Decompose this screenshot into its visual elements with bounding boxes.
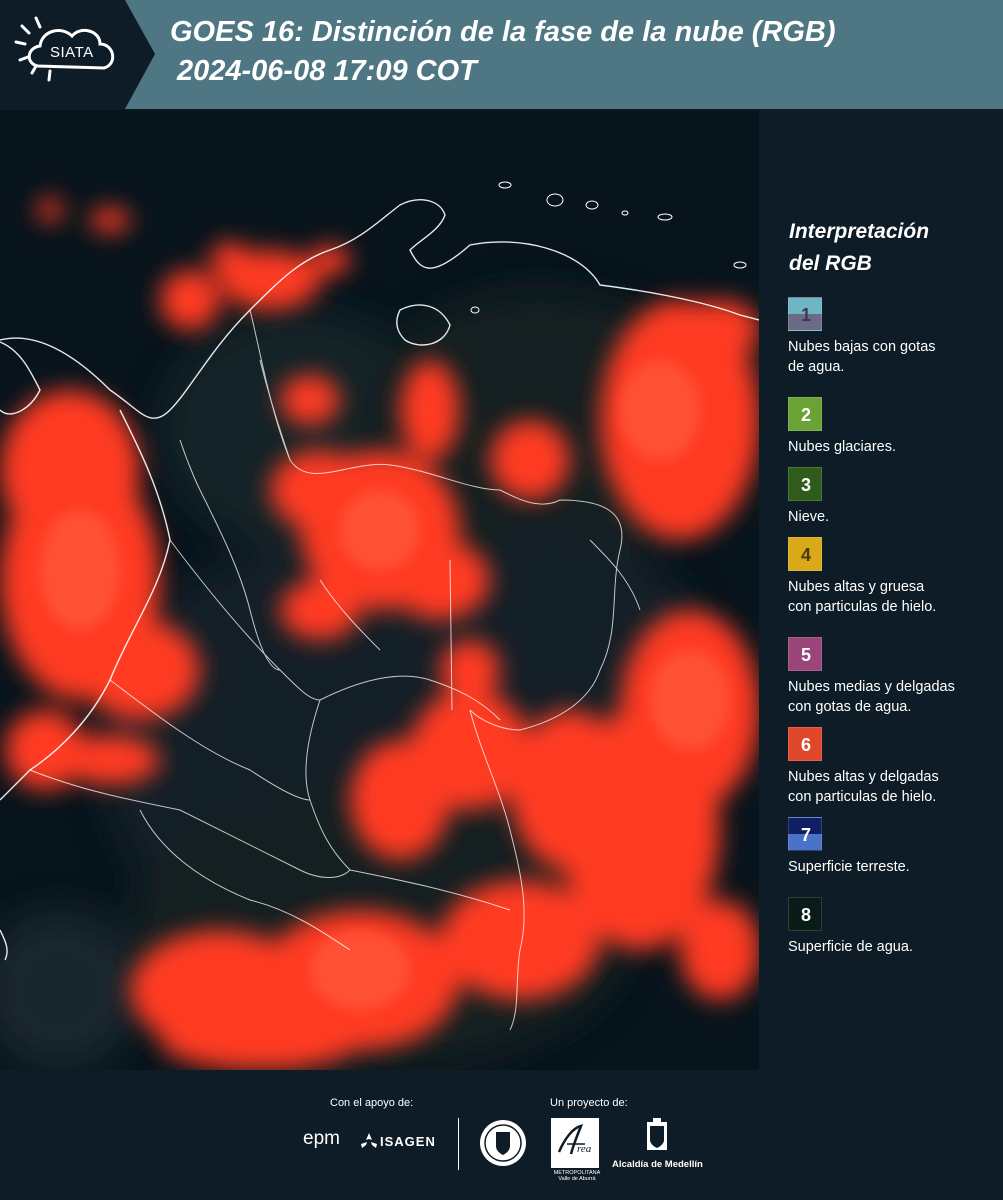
footer-divider [458,1118,459,1170]
support-caption: Con el apoyo de: [330,1097,414,1109]
legend-label-line1: Superficie de agua. [788,939,913,955]
legend-number: 2 [800,405,811,425]
header-bar: SIATA GOES 16: Distinción de la fase de … [0,0,1003,109]
footer-bar: Con el apoyo de: Un proyecto de: epm ISA… [0,1070,1003,1200]
legend-label: Nubes altas y gruesa con particulas de hi… [788,577,1000,617]
legend-label-line1: Superficie terreste. [788,859,910,875]
legend-label: Superficie terreste. [788,857,1000,877]
siata-logo: SIATA [0,0,155,109]
legend-label: Nubes medias y delgadas con gotas de agua… [788,677,1000,717]
legend-swatch: 8 [788,897,822,931]
legend-swatch: 5 [788,637,822,671]
legend-label-line2: de agua. [788,359,845,375]
logo-text: SIATA [50,44,94,61]
isagen-logo: ISAGEN [380,1134,436,1149]
legend-number: 3 [800,475,811,495]
legend-label-line1: Nubes altas y delgadas [788,769,939,785]
legend-swatch: 1 [788,297,822,331]
legend-label-line1: Nubes bajas con gotas [788,339,936,355]
legend-label-line2: con particulas de hielo. [788,599,937,615]
legend-item: 3 Nieve. [788,467,1000,527]
legend-item: 8 Superficie de agua. [788,897,1000,957]
legend-item: 6 Nubes altas y delgadas con particulas de… [788,727,1000,807]
legend-number: 4 [800,545,811,565]
isagen-icon [361,1133,377,1148]
legend-item: 1 Nubes bajas con gotas de agua. [788,297,1000,377]
legend-item: 7 Superficie terreste. [788,817,1000,877]
legend-swatch: 3 [788,467,822,501]
legend-swatch: 4 [788,537,822,571]
legend-label: Nubes altas y delgadas con particulas de … [788,767,1000,807]
legend-item: 2 Nubes glaciares. [788,397,1000,457]
legend-label-line1: Nubes glaciares. [788,439,896,455]
legend-label: Nieve. [788,507,1000,527]
alcaldia-medellin-logo: Alcaldía de Medellín [612,1159,703,1170]
page-title: GOES 16: Distinción de la fase de la nub… [170,16,836,48]
legend-swatch: 7 [788,817,822,851]
legend-label: Superficie de agua. [788,937,1000,957]
legend-number: 1 [800,305,811,325]
legend-label: Nubes bajas con gotas de agua. [788,337,1000,377]
satellite-image [0,110,759,1070]
legend-label-line1: Nubes altas y gruesa [788,579,925,595]
legend-label-line1: Nieve. [788,509,830,525]
legend-title-line1: Interpretación [789,220,930,243]
legend-item: 4 Nubes altas y gruesa con particulas de h… [788,537,1000,617]
legend-label-line2: con gotas de agua. [788,699,912,715]
legend-swatch: 6 [788,727,822,761]
project-caption: Un proyecto de: [550,1097,628,1109]
page-timestamp: 2024-06-08 17:09 COT [177,55,477,87]
legend-label-line1: Nubes medias y delgadas [788,679,955,695]
legend-title-line2: del RGB [789,252,872,275]
legend-item: 5 Nubes medias y delgadas con gotas de agu… [788,637,1000,717]
svg-text:rea: rea [577,1143,592,1155]
area-metropolitana-name: METROPOLITANA Valle de Aburrá [553,1170,601,1182]
legend-number: 5 [800,645,811,665]
medellin-crest-icon [647,1118,667,1150]
legend-swatch: 2 [788,397,822,431]
legend-number: 8 [800,905,811,925]
legend-label: Nubes glaciares. [788,437,1000,457]
legend-title: Interpretación del RGB [789,216,989,280]
legend-number: 7 [800,825,811,845]
antioquia-seal-icon [480,1120,526,1166]
legend-label-line2: con particulas de hielo. [788,789,937,805]
legend-panel: Interpretación del RGB 1 Nubes bajas con … [759,110,1003,1070]
epm-logo: epm [303,1128,340,1149]
area-metropolitana-logo: rea [551,1118,599,1168]
legend-number: 6 [800,735,811,755]
